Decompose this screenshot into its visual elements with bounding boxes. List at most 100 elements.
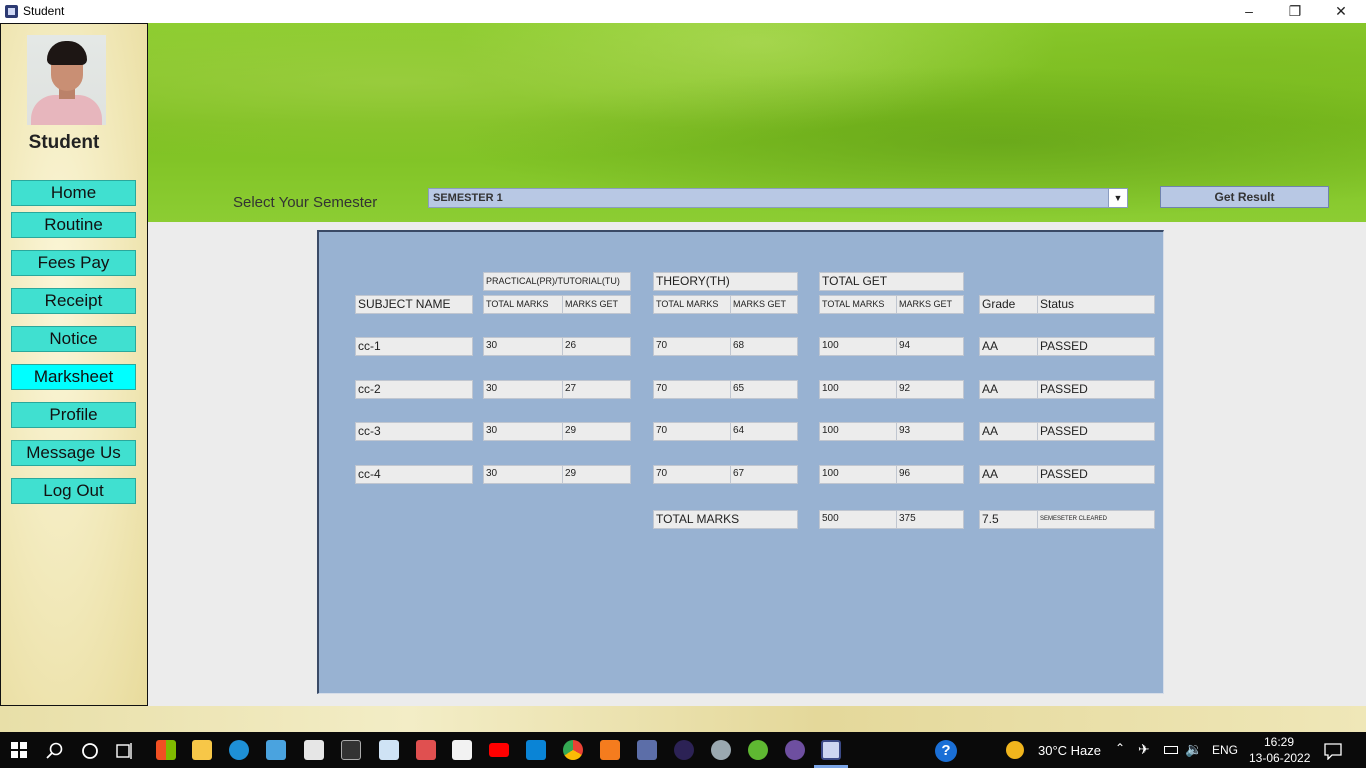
sidebar: Student Home Routine Fees Pay Receipt No…: [0, 23, 148, 706]
utorrent-icon[interactable]: [748, 740, 768, 760]
group-header-total: TOTAL GET: [819, 272, 964, 291]
row-1-th-get: 68: [730, 337, 798, 356]
sidebar-item-receipt[interactable]: Receipt: [11, 288, 136, 314]
row-3-pr-total: 30: [483, 422, 563, 441]
wordpad-icon[interactable]: [452, 740, 472, 760]
language-indicator[interactable]: ENG: [1212, 743, 1238, 757]
row-4-th-get: 67: [730, 465, 798, 484]
row-1-tot-get: 94: [896, 337, 964, 356]
group-header-theory: THEORY(TH): [653, 272, 798, 291]
row-3-grade: AA: [979, 422, 1038, 441]
row-4-subject: cc-4: [355, 465, 473, 484]
moon-haze-icon: [1006, 741, 1024, 759]
row-2-subject: cc-2: [355, 380, 473, 399]
summary-total-marks: 500: [819, 510, 897, 529]
volume-icon[interactable]: 🔉: [1185, 741, 1202, 758]
chevron-up-icon[interactable]: ⌃: [1115, 741, 1125, 755]
row-4-tot-total: 100: [819, 465, 897, 484]
windows-start-icon[interactable]: [11, 742, 27, 758]
row-3-tot-total: 100: [819, 422, 897, 441]
title-bar: Student – ❐ ✕: [0, 0, 1366, 23]
mail-icon[interactable]: [304, 740, 324, 760]
row-3-th-get: 64: [730, 422, 798, 441]
netbeans-icon[interactable]: [785, 740, 805, 760]
file-explorer-icon[interactable]: [192, 740, 212, 760]
row-3-th-total: 70: [653, 422, 731, 441]
get-result-button[interactable]: Get Result: [1160, 186, 1329, 208]
remote-desktop-icon[interactable]: [266, 740, 286, 760]
row-4-th-total: 70: [653, 465, 731, 484]
terminal-icon[interactable]: [341, 740, 361, 760]
game-icon[interactable]: [711, 740, 731, 760]
row-2-th-total: 70: [653, 380, 731, 399]
row-1-tot-total: 100: [819, 337, 897, 356]
row-3-pr-get: 29: [562, 422, 631, 441]
header-th-total: TOTAL MARKS: [653, 295, 731, 314]
sidebar-item-routine[interactable]: Routine: [11, 212, 136, 238]
cortana-icon[interactable]: [81, 742, 99, 760]
sidebar-item-profile[interactable]: Profile: [11, 402, 136, 428]
header-pr-total: TOTAL MARKS: [483, 295, 563, 314]
app-window: Student – ❐ ✕ Student Home Routine Fees …: [0, 0, 1366, 768]
edge-icon[interactable]: [229, 740, 249, 760]
sidebar-item-message-us[interactable]: Message Us: [11, 440, 136, 466]
taskbar: ? 30°C Haze ⌃ ✈ 🔉 ENG 16:29 13-06-2022: [0, 732, 1366, 768]
row-1-grade: AA: [979, 337, 1038, 356]
minimize-button[interactable]: –: [1226, 0, 1272, 23]
chevron-down-icon[interactable]: ▼: [1108, 189, 1127, 207]
restore-button[interactable]: ❐: [1272, 0, 1318, 23]
sidebar-title: Student: [28, 132, 100, 153]
row-3-status: PASSED: [1037, 422, 1155, 441]
sidebar-item-notice[interactable]: Notice: [11, 326, 136, 352]
java-app-icon[interactable]: [821, 740, 841, 760]
row-4-grade: AA: [979, 465, 1038, 484]
notification-icon[interactable]: [1324, 742, 1342, 760]
weather-text[interactable]: 30°C Haze: [1038, 743, 1101, 758]
header-status: Status: [1037, 295, 1155, 314]
help-icon[interactable]: ?: [935, 740, 957, 762]
window-title: Student: [23, 4, 65, 18]
sidebar-item-log-out[interactable]: Log Out: [11, 478, 136, 504]
clock-date[interactable]: 13-06-2022: [1249, 751, 1310, 765]
task-view-icon[interactable]: [116, 742, 134, 760]
xampp-icon[interactable]: [600, 740, 620, 760]
summary-status: SEMESETER CLEARED: [1037, 510, 1155, 529]
row-2-tot-total: 100: [819, 380, 897, 399]
row-2-pr-total: 30: [483, 380, 563, 399]
row-1-th-total: 70: [653, 337, 731, 356]
ide-icon[interactable]: [637, 740, 657, 760]
search-icon[interactable]: [46, 742, 64, 760]
row-4-pr-total: 30: [483, 465, 563, 484]
snipping-tool-icon[interactable]: [416, 740, 436, 760]
notepad-icon[interactable]: [379, 740, 399, 760]
chrome-icon[interactable]: [563, 740, 583, 760]
row-2-status: PASSED: [1037, 380, 1155, 399]
semester-select[interactable]: SEMESTER 1 ▼: [428, 188, 1128, 208]
row-1-subject: cc-1: [355, 337, 473, 356]
avatar: [27, 35, 106, 125]
header-tot-get: MARKS GET: [896, 295, 964, 314]
eclipse-icon[interactable]: [674, 740, 694, 760]
battery-icon[interactable]: [1164, 746, 1178, 754]
sidebar-item-marksheet[interactable]: Marksheet: [11, 364, 136, 390]
clock-time[interactable]: 16:29: [1264, 735, 1294, 749]
row-2-th-get: 65: [730, 380, 798, 399]
row-3-subject: cc-3: [355, 422, 473, 441]
close-button[interactable]: ✕: [1318, 0, 1364, 23]
semester-selected-value: SEMESTER 1: [433, 192, 503, 204]
row-2-tot-get: 92: [896, 380, 964, 399]
row-2-pr-get: 27: [562, 380, 631, 399]
row-4-status: PASSED: [1037, 465, 1155, 484]
sidebar-item-home[interactable]: Home: [11, 180, 136, 206]
header-subject-name: SUBJECT NAME: [355, 295, 473, 314]
summary-marks-obtained: 375: [896, 510, 964, 529]
row-4-pr-get: 29: [562, 465, 631, 484]
sidebar-item-fees-pay[interactable]: Fees Pay: [11, 250, 136, 276]
vscode-icon[interactable]: [526, 740, 546, 760]
microsoft-store-icon[interactable]: [156, 740, 176, 760]
summary-grade-point: 7.5: [979, 510, 1038, 529]
youtube-icon[interactable]: [489, 743, 509, 757]
header-grade: Grade: [979, 295, 1038, 314]
row-3-tot-get: 93: [896, 422, 964, 441]
network-icon[interactable]: ✈: [1138, 741, 1150, 758]
